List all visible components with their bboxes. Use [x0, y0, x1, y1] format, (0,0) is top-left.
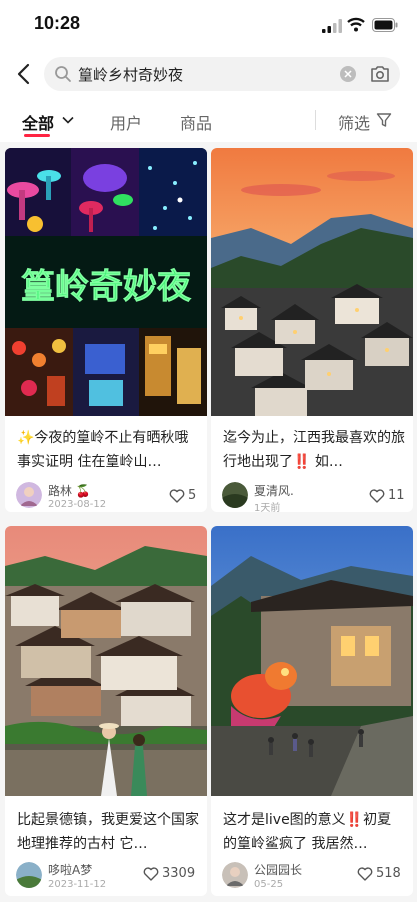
note-cover-image: [5, 526, 207, 796]
search-input[interactable]: 篁岭乡村奇妙夜: [44, 57, 400, 91]
heart-icon[interactable]: [357, 867, 373, 881]
clear-search-icon[interactable]: [340, 66, 356, 82]
status-bar: 10:28: [0, 0, 417, 50]
search-icon: [55, 66, 71, 82]
post-date: 05-25: [254, 879, 284, 890]
like-count: 3309: [162, 866, 196, 881]
chevron-down-icon[interactable]: [62, 116, 74, 124]
back-arrow-icon[interactable]: [14, 62, 36, 86]
like-count: 518: [376, 866, 401, 881]
post-date: 1天前: [254, 503, 281, 512]
battery-icon: [372, 18, 398, 32]
note-cover-image: [211, 148, 413, 416]
tab-divider: [315, 110, 316, 130]
filter-icon[interactable]: [376, 112, 392, 128]
note-cover-image: [211, 526, 413, 796]
like-count: 5: [188, 488, 197, 503]
author-name[interactable]: 路林 🍒: [48, 482, 91, 499]
note-card[interactable]: 迄今为止，江西我最喜欢的旅行地出现了‼️ 如… 夏清风. 1天前 11: [211, 148, 413, 512]
note-card[interactable]: 篁岭奇妙夜 ✨今夜的篁岭不止有晒秋哦 事实证明 住在篁岭山… 路林 🍒 2023…: [5, 148, 207, 512]
note-title: 比起景德镇，我更爱这个国家地理推荐的古村 它…: [17, 812, 199, 852]
tab-all[interactable]: 全部: [22, 110, 54, 134]
avatar[interactable]: [16, 862, 42, 888]
tab-users[interactable]: 用户: [110, 110, 142, 134]
note-title: 迄今为止，江西我最喜欢的旅行地出现了‼️ 如…: [223, 430, 405, 470]
avatar[interactable]: [222, 862, 248, 888]
author-name[interactable]: 夏清风.: [254, 482, 294, 499]
note-title: 这才是live图的意义‼️初夏的篁岭鲨疯了 我居然…: [223, 812, 392, 852]
post-date: 2023-11-12: [48, 879, 107, 890]
status-time: 10:28: [34, 13, 81, 33]
note-title: ✨今夜的篁岭不止有晒秋哦 事实证明 住在篁岭山…: [17, 430, 189, 470]
heart-icon[interactable]: [369, 489, 385, 503]
note-card[interactable]: 这才是live图的意义‼️初夏的篁岭鲨疯了 我居然… 公园园长 05-25 51…: [211, 526, 413, 896]
heart-icon[interactable]: [169, 489, 185, 503]
filter-tabs: 全部 用户 商品 筛选: [0, 98, 417, 142]
author-name[interactable]: 哆啦A梦: [48, 861, 92, 878]
like-count: 11: [388, 488, 405, 503]
note-card[interactable]: 比起景德镇，我更爱这个国家地理推荐的古村 它… 哆啦A梦 2023-11-12 …: [5, 526, 207, 896]
search-header: 篁岭乡村奇妙夜: [0, 50, 417, 98]
wifi-icon: [347, 17, 365, 32]
cellular-signal-icon: [322, 19, 342, 33]
tab-products[interactable]: 商品: [180, 110, 212, 134]
post-date: 2023-08-12: [48, 499, 107, 510]
active-tab-indicator: [24, 134, 50, 137]
author-name[interactable]: 公园园长: [254, 861, 302, 878]
camera-search-icon[interactable]: [370, 65, 390, 83]
avatar[interactable]: [222, 482, 248, 508]
filter-button[interactable]: 筛选: [338, 110, 370, 134]
avatar[interactable]: [16, 482, 42, 508]
heart-icon[interactable]: [143, 867, 159, 881]
note-cover-image: 篁岭奇妙夜: [5, 148, 207, 416]
search-query: 篁岭乡村奇妙夜: [78, 66, 184, 84]
neon-sign-text: 篁岭奇妙夜: [21, 267, 192, 307]
